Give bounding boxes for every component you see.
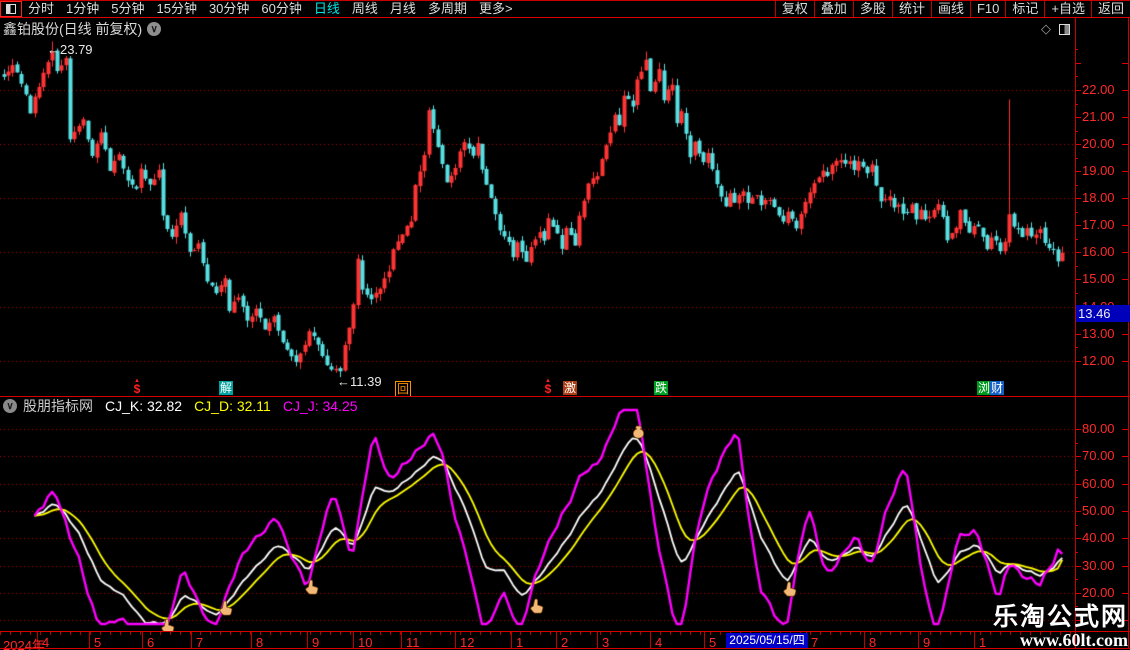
month-divider [142,632,143,649]
app-window: 分时1分钟5分钟15分钟30分钟60分钟日线周线月线多周期更多> 复权叠加多股统… [0,0,1130,650]
high-annotation: ←23.79 [47,42,93,57]
month-divider [251,632,252,649]
signal-dollar-icon: ▲$ [541,378,555,395]
month-divider [974,632,975,649]
panel-toggle-icon[interactable] [1059,24,1070,35]
x-axis-minor-ticks [0,632,1075,635]
month-divider [307,632,308,649]
toolbar-item-更多>[interactable]: 更多> [473,1,519,17]
toolbar-item-画线[interactable]: 画线 [931,1,970,17]
last-price-box: 13.46 [1076,305,1130,322]
toolbar-item-月线[interactable]: 月线 [384,1,422,17]
low-annotation: ←11.39 [337,374,382,389]
month-divider [918,632,919,649]
buy-hand-icon [160,618,176,631]
event-badge-激: 激 [563,381,577,395]
toolbar-item-返回[interactable]: 返回 [1091,1,1130,17]
event-badge-回: 回 [395,381,411,397]
indicator-axis-label: 30.00 [1082,558,1128,573]
period-menu: 分时1分钟5分钟15分钟30分钟60分钟日线周线月线多周期更多> [22,1,519,17]
toolbar-item-分时[interactable]: 分时 [22,1,60,17]
layout-icon [6,4,16,14]
tools-menu: 复权叠加多股统计画线F10标记+自选返回 [775,1,1130,17]
chevron-down-icon[interactable]: ∨ [147,22,161,36]
month-divider [650,632,651,649]
event-badge-解: 解 [219,381,233,395]
toolbar-item-叠加[interactable]: 叠加 [814,1,853,17]
signal-dollar-icon: ▲$ [130,378,144,395]
buy-hand-icon [304,579,320,601]
moneybag-icon [632,425,645,444]
toolbar-item-周线[interactable]: 周线 [346,1,384,17]
month-divider [89,632,90,649]
month-divider [864,632,865,649]
event-badge-跌: 跌 [654,381,668,395]
toolbar-item-多股[interactable]: 多股 [853,1,892,17]
candlestick-canvas[interactable] [0,40,1076,398]
window-layout-button[interactable] [0,1,22,17]
watermark: 乐淘公式网 www.60lt.com [993,603,1128,650]
buy-hand-icon [782,581,798,603]
signal-icon-layer [0,398,1076,631]
panel-separator-line [0,396,1130,397]
month-divider [191,632,192,649]
toolbar-item-+自选[interactable]: +自选 [1044,1,1091,17]
toolbar-item-15分钟[interactable]: 15分钟 [150,1,202,17]
month-divider [597,632,598,649]
stock-title: 鑫铂股份(日线 前复权) [3,19,142,39]
toolbar-item-F10[interactable]: F10 [970,1,1005,17]
toolbar-item-复权[interactable]: 复权 [775,1,814,17]
toolbar-item-多周期[interactable]: 多周期 [422,1,473,17]
titlebar: 鑫铂股份(日线 前复权) ∨ ◇ [0,18,1130,40]
x-axis: 2024年 2025/05/15/四 456789101112123457891 [0,631,1130,649]
toolbar-item-日线[interactable]: 日线 [308,1,346,17]
toolbar-item-5分钟[interactable]: 5分钟 [105,1,150,17]
toolbar-item-60分钟[interactable]: 60分钟 [255,1,307,17]
toolbar-item-30分钟[interactable]: 30分钟 [203,1,255,17]
month-divider [556,632,557,649]
selected-date-box: 2025/05/15/四 [726,633,808,648]
buy-hand-icon [529,598,545,620]
month-divider [511,632,512,649]
toolbar-item-统计[interactable]: 统计 [892,1,931,17]
toolbar-item-1分钟[interactable]: 1分钟 [60,1,105,17]
right-edge-line [1128,18,1129,649]
watermark-url: www.60lt.com [993,631,1128,650]
watermark-site-name: 乐淘公式网 [993,603,1128,631]
buy-hand-icon [218,600,234,622]
month-divider [353,632,354,649]
toolbar-item-标记[interactable]: 标记 [1005,1,1044,17]
menubar: 分时1分钟5分钟15分钟30分钟60分钟日线周线月线多周期更多> 复权叠加多股统… [0,0,1130,18]
event-badge-财: 财 [990,381,1004,395]
month-divider [455,632,456,649]
bottom-border-line [0,648,1130,649]
month-divider [704,632,705,649]
diamond-icon[interactable]: ◇ [1041,21,1051,37]
event-badge-浏: 浏 [977,381,991,395]
month-divider [401,632,402,649]
